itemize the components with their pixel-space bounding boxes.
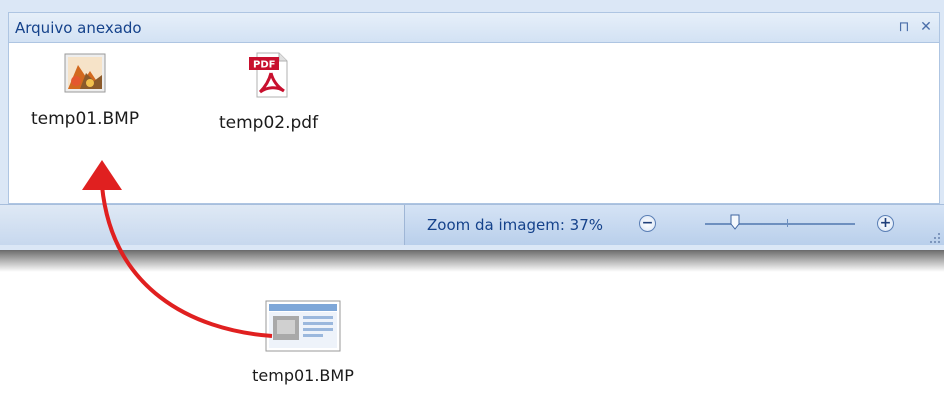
- bmp-thumbnail-icon: [265, 300, 341, 352]
- pdf-badge: PDF: [253, 60, 275, 71]
- attachment-panel: Arquivo anexado ⊓ ✕ temp01.BMP PDF temp0…: [0, 0, 944, 251]
- slider-center-tick: [787, 219, 788, 227]
- file-item-bmp[interactable]: temp01.BMP: [31, 51, 139, 129]
- file-name: temp01.BMP: [31, 109, 140, 129]
- pin-icon[interactable]: ⊓: [895, 18, 913, 36]
- dragged-file-name: temp01.BMP: [252, 366, 354, 385]
- pdf-file-icon: PDF: [247, 51, 291, 99]
- status-bar: Zoom da imagem: 37% − +: [0, 204, 944, 245]
- file-name: temp02.pdf: [219, 113, 319, 133]
- attachment-list: temp01.BMP PDF temp02.pdf: [8, 42, 940, 204]
- zoom-out-button[interactable]: −: [639, 215, 656, 232]
- file-item-pdf[interactable]: PDF temp02.pdf: [219, 51, 318, 133]
- resize-grip-icon[interactable]: [929, 229, 941, 243]
- dragged-file-item[interactable]: temp01.BMP: [228, 300, 378, 385]
- zoom-in-button[interactable]: +: [877, 215, 894, 232]
- zoom-label: Zoom da imagem: 37%: [427, 216, 603, 234]
- close-icon[interactable]: ✕: [917, 18, 935, 36]
- panel-titlebar: Arquivo anexado ⊓ ✕: [8, 12, 940, 42]
- zoom-control: Zoom da imagem: 37% − +: [404, 205, 944, 245]
- bmp-image-icon: [60, 51, 110, 95]
- panel-title: Arquivo anexado: [15, 19, 142, 37]
- zoom-slider[interactable]: [705, 223, 855, 225]
- zoom-slider-thumb[interactable]: [730, 214, 740, 230]
- window-shadow: [0, 250, 944, 272]
